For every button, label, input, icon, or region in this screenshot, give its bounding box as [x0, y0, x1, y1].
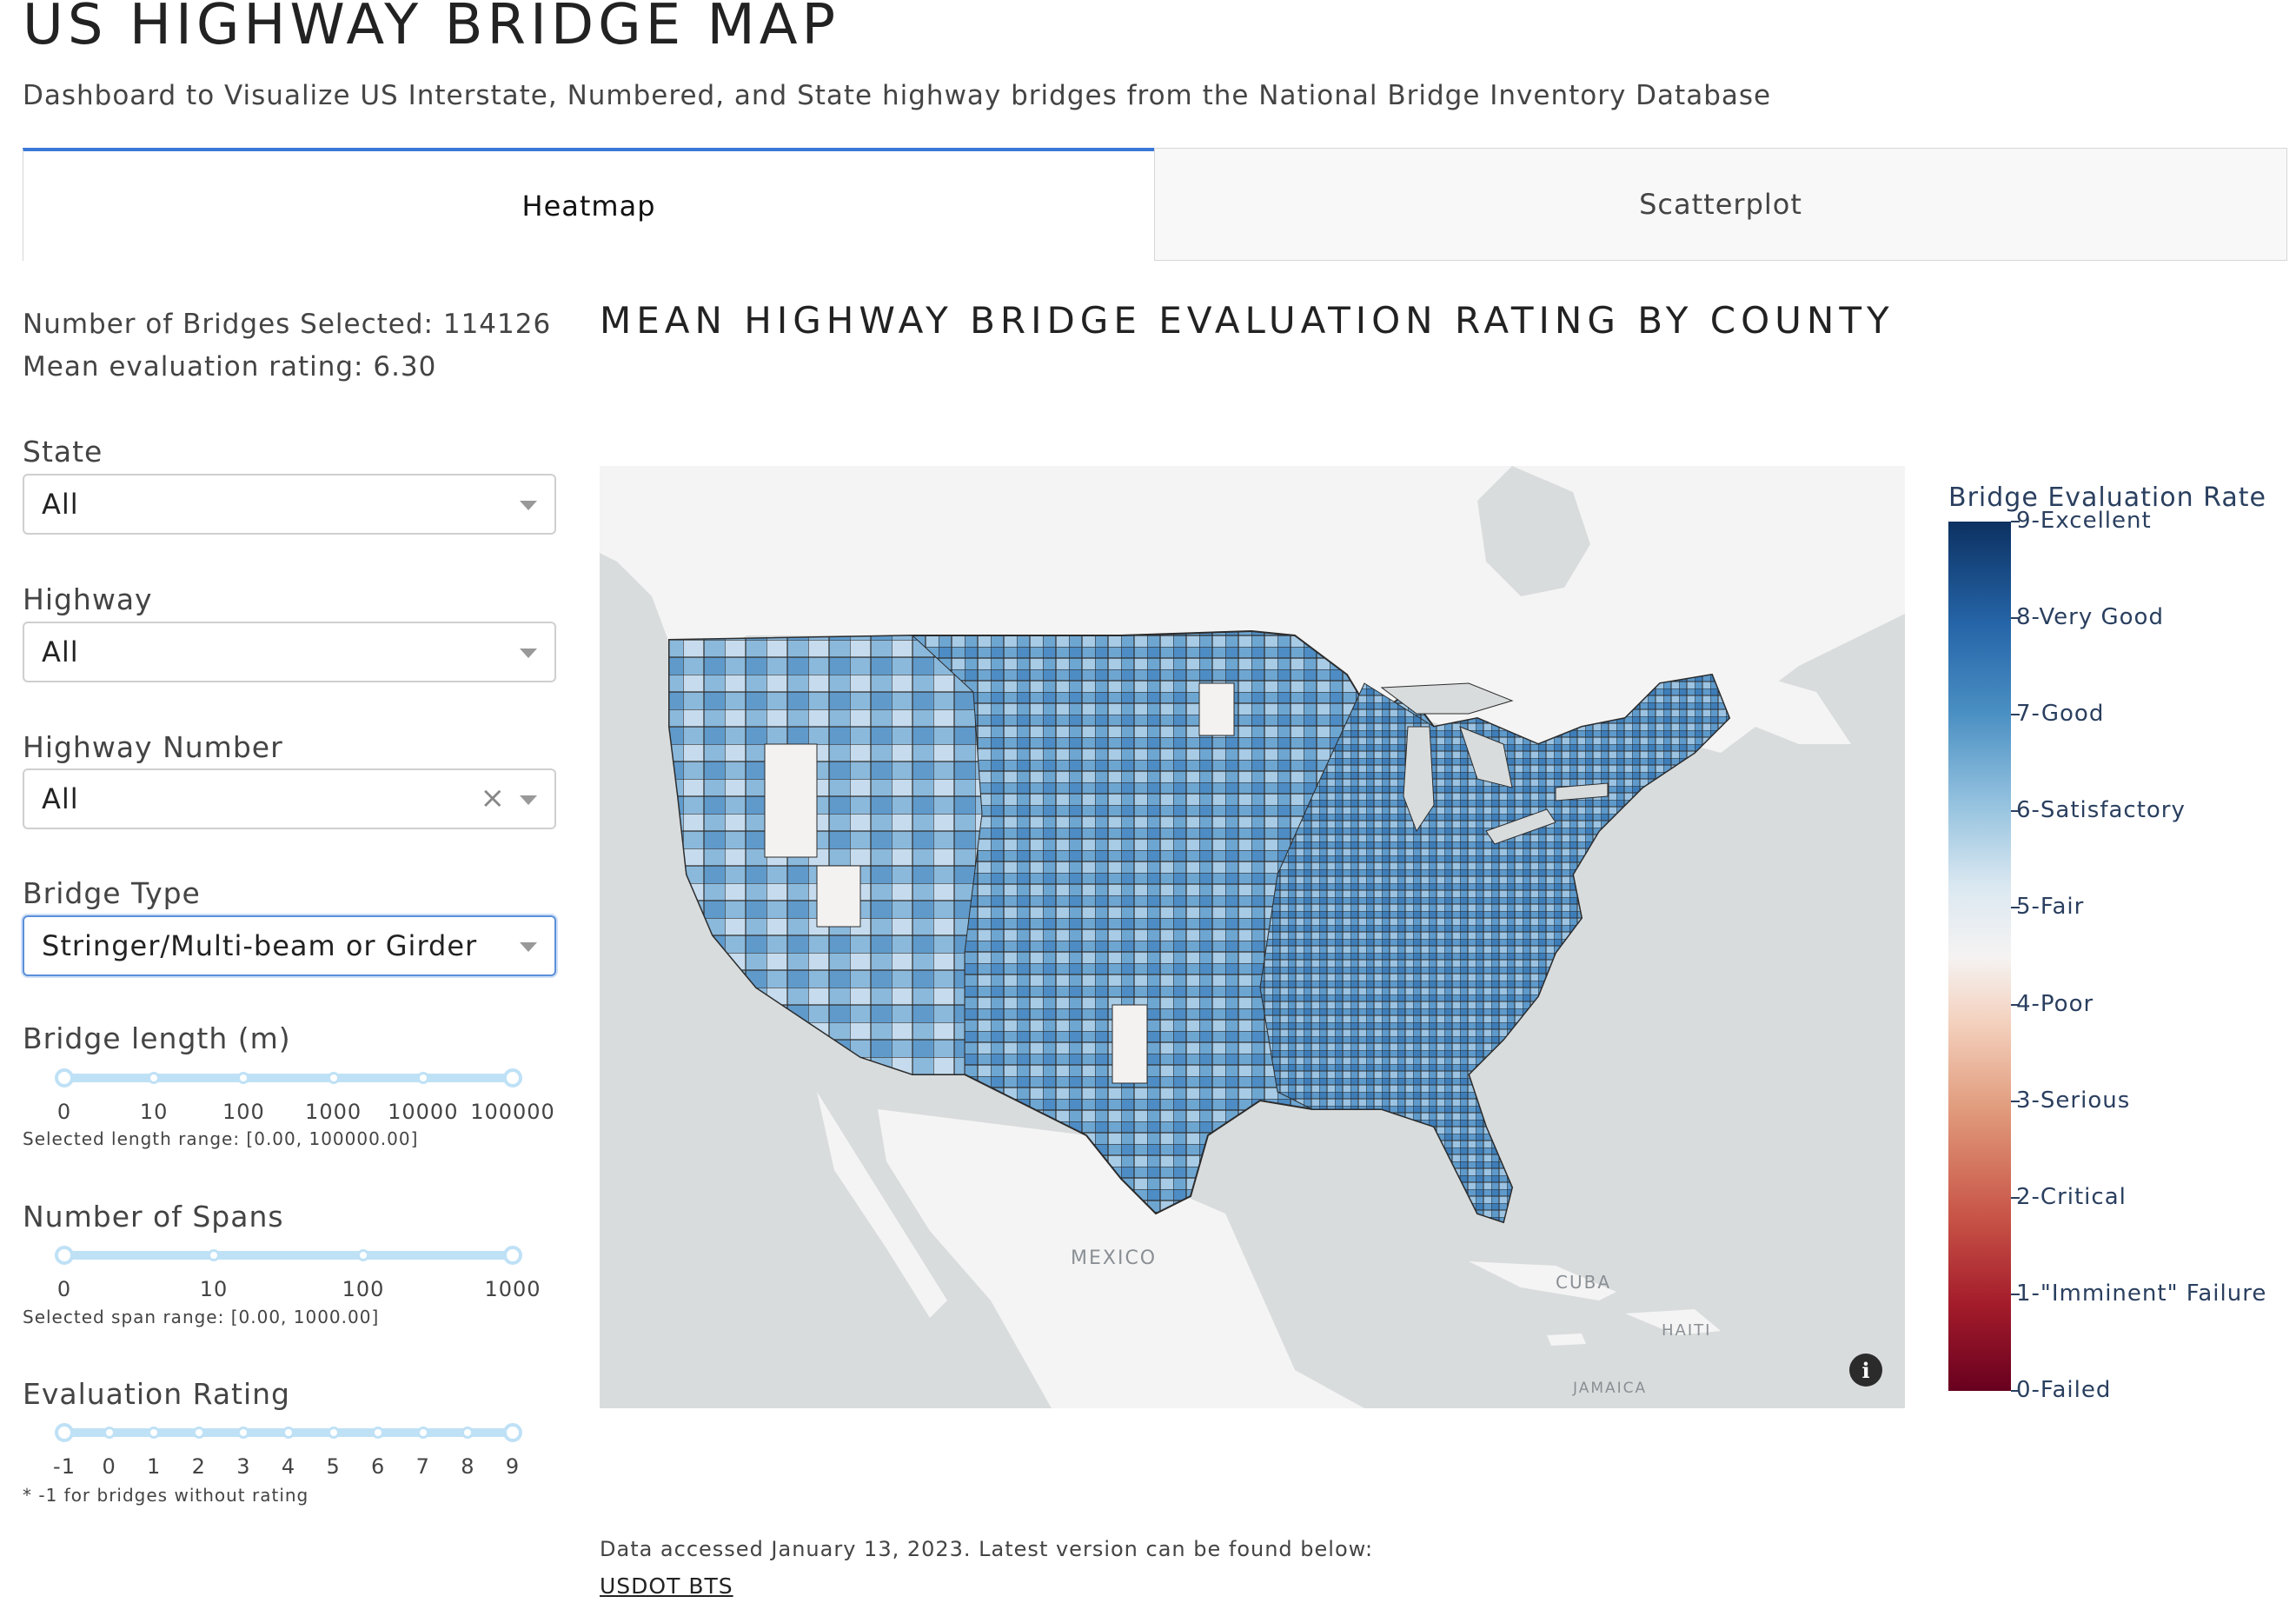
chevron-down-icon — [520, 795, 537, 805]
fair-patch-dakota — [1198, 682, 1235, 736]
evaluation-rating-slider-handle[interactable] — [55, 1423, 74, 1442]
colorbar-tick-label: 5-Fair — [2016, 894, 2085, 921]
bridge-length-slider-handle[interactable] — [503, 1068, 522, 1088]
map-label-mexico: MEXICO — [1071, 1247, 1157, 1269]
bridge-length-label: Bridge length (m) — [23, 1021, 291, 1055]
state-select-value: All — [42, 488, 79, 521]
tab-heatmap[interactable]: Heatmap — [23, 148, 1154, 261]
bridge-length-slider-tick-label: 100 — [222, 1100, 265, 1124]
chevron-down-icon — [520, 649, 537, 658]
evaluation-rating-slider-tick-label: 1 — [147, 1454, 162, 1479]
spans-slider-tick-label: 1000 — [484, 1277, 541, 1301]
fair-patch-utah — [816, 865, 861, 928]
evaluation-rating-slider-mark — [103, 1427, 116, 1439]
bridges-selected-count: Number of Bridges Selected: 114126 — [23, 309, 552, 340]
colorbar-tick-label: 2-Critical — [2016, 1183, 2127, 1210]
bridge-length-slider-track[interactable] — [64, 1074, 513, 1082]
fair-patch-nevada — [764, 743, 818, 858]
spans-note: Selected span range: [0.00, 1000.00] — [23, 1307, 380, 1327]
info-icon[interactable]: i — [1849, 1354, 1882, 1387]
evaluation-rating-slider-tick-label: 5 — [326, 1454, 341, 1479]
evaluation-rating-slider-tick-label: 7 — [415, 1454, 430, 1479]
bridge-length-note: Selected length range: [0.00, 100000.00] — [23, 1128, 419, 1149]
colorbar-tick-label: 7-Good — [2016, 701, 2105, 728]
colorbar-gradient — [1948, 522, 2011, 1391]
page-subtitle: Dashboard to Visualize US Interstate, Nu… — [23, 80, 1772, 111]
bridge-type-select-value: Stringer/Multi-beam or Girder — [42, 929, 478, 962]
bridge-length-slider-mark — [416, 1072, 429, 1084]
spans-label: Number of Spans — [23, 1200, 284, 1234]
colorbar-tick-label: 8-Very Good — [2016, 604, 2164, 631]
colorbar-tick-label: 4-Poor — [2016, 990, 2094, 1017]
evaluation-rating-slider-tick-label: 3 — [236, 1454, 251, 1479]
colorbar-tick-label: 3-Serious — [2016, 1087, 2131, 1114]
bridge-length-slider-tick-label: 10000 — [388, 1100, 459, 1124]
bridge-length-slider-tick-label: 10 — [139, 1100, 169, 1124]
evaluation-rating-slider-mark — [192, 1427, 205, 1439]
evaluation-rating-slider-tick-label: 4 — [281, 1454, 296, 1479]
evaluation-rating-label: Evaluation Rating — [23, 1377, 291, 1411]
evaluation-rating-slider-tick-label: -1 — [53, 1454, 76, 1479]
county-heatmap[interactable]: MEXICO CUBA HAITI JAMAICA — [600, 466, 1905, 1408]
highway-select[interactable]: All — [23, 622, 556, 682]
spans-slider-tick-label: 100 — [342, 1277, 385, 1301]
bridge-length-slider-tick-label: 100000 — [470, 1100, 555, 1124]
page-title: US HIGHWAY BRIDGE MAP — [23, 0, 840, 57]
chevron-down-icon — [520, 501, 537, 510]
tab-scatterplot[interactable]: Scatterplot — [1154, 148, 2287, 261]
bridge-type-select[interactable]: Stringer/Multi-beam or Girder — [23, 915, 556, 976]
spans-slider-handle[interactable] — [503, 1246, 522, 1265]
bridge-length-slider-tick-label: 0 — [56, 1100, 72, 1124]
colorbar-tick-label: 1-"Imminent" Failure — [2016, 1280, 2267, 1307]
spans-slider-tick-label: 0 — [56, 1277, 72, 1301]
map-label-haiti: HAITI — [1662, 1321, 1711, 1340]
map-canvas: MEXICO CUBA HAITI JAMAICA — [600, 466, 1905, 1408]
bridge-type-label: Bridge Type — [23, 876, 201, 910]
evaluation-rating-note: * -1 for bridges without rating — [23, 1485, 309, 1506]
evaluation-rating-slider-tick-label: 9 — [505, 1454, 521, 1479]
evaluation-rating-slider-tick-label: 2 — [191, 1454, 206, 1479]
bridge-length-slider-mark — [327, 1072, 340, 1084]
evaluation-rating-slider-handle[interactable] — [503, 1423, 522, 1442]
evaluation-rating-slider-tick-label: 6 — [371, 1454, 386, 1479]
tab-scatterplot-label: Scatterplot — [1639, 188, 1802, 221]
spans-slider-track[interactable] — [64, 1251, 513, 1260]
spans-slider-handle[interactable] — [55, 1246, 74, 1265]
colorbar-tick-label: 9-Excellent — [2016, 508, 2152, 534]
bridge-length-slider-handle[interactable] — [55, 1068, 74, 1088]
spans-slider-mark — [357, 1249, 369, 1261]
map-title: MEAN HIGHWAY BRIDGE EVALUATION RATING BY… — [600, 299, 1895, 342]
data-access-note: Data accessed January 13, 2023. Latest v… — [600, 1537, 1374, 1561]
usdot-bts-link[interactable]: USDOT BTS — [600, 1573, 733, 1599]
tab-heatmap-label: Heatmap — [521, 190, 656, 223]
colorbar-tick-label: 0-Failed — [2016, 1377, 2112, 1403]
evaluation-rating-slider-tick-label: 0 — [102, 1454, 116, 1479]
mean-rating-value: Mean evaluation rating: 6.30 — [23, 351, 437, 382]
colorbar-tick-label: 6-Satisfactory — [2016, 797, 2186, 824]
highway-label: Highway — [23, 582, 153, 616]
highway-select-value: All — [42, 635, 79, 668]
spans-slider-mark — [208, 1249, 220, 1261]
jamaica-landmass — [1547, 1334, 1586, 1346]
evaluation-rating-slider-mark — [327, 1427, 340, 1439]
highway-number-select[interactable]: All × — [23, 768, 556, 829]
map-label-jamaica: JAMAICA — [1572, 1380, 1647, 1397]
evaluation-rating-slider-mark — [282, 1427, 295, 1439]
evaluation-rating-slider-mark — [416, 1427, 429, 1439]
evaluation-rating-slider-tick-label: 8 — [461, 1454, 475, 1479]
state-select[interactable]: All — [23, 474, 556, 535]
highway-number-select-value: All — [42, 782, 79, 815]
chevron-down-icon — [520, 942, 537, 952]
map-label-cuba: CUBA — [1556, 1272, 1611, 1293]
state-label: State — [23, 435, 103, 469]
bridge-length-slider-tick-label: 1000 — [305, 1100, 362, 1124]
clear-icon[interactable]: × — [481, 781, 507, 815]
us-west-counties — [668, 635, 983, 1075]
highway-number-label: Highway Number — [23, 730, 283, 764]
fair-patch-texas — [1112, 1004, 1148, 1084]
spans-slider-tick-label: 10 — [199, 1277, 229, 1301]
